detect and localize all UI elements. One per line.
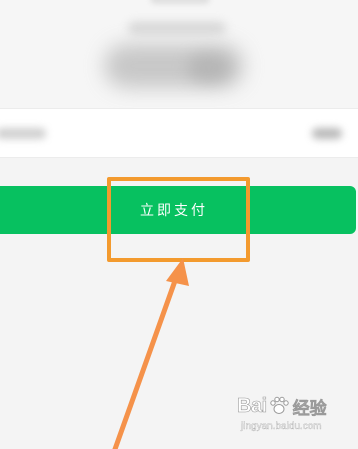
- paw-icon: [269, 396, 289, 414]
- watermark-brand-right: 经验: [292, 398, 327, 419]
- blurred-amount-detail: [188, 54, 230, 82]
- blurred-merchant-name: [128, 22, 226, 34]
- watermark: Bai 经验 jingyan.baidu.com: [237, 392, 355, 442]
- watermark-brand-left: Bai: [237, 394, 268, 417]
- blurred-row-value: [312, 128, 342, 139]
- blurred-row-label: [0, 128, 46, 139]
- payment-summary: [0, 0, 358, 108]
- blurred-header: [150, 0, 210, 4]
- watermark-url: jingyan.baidu.com: [241, 421, 322, 432]
- pay-now-label: 立即支付: [140, 203, 208, 219]
- payment-method-row[interactable]: [0, 108, 358, 158]
- payment-screen: 立即支付 Bai 经验 jingyan.baidu.com: [0, 0, 358, 449]
- pay-now-button[interactable]: 立即支付: [0, 186, 356, 234]
